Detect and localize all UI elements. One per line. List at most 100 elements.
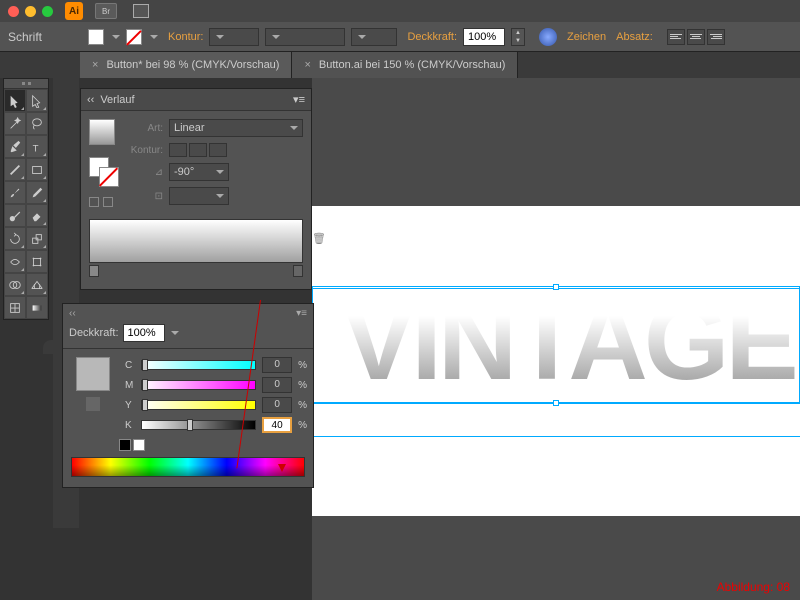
magenta-value[interactable]: 0 xyxy=(262,377,292,393)
stroke-gradient-buttons[interactable] xyxy=(169,143,227,157)
black-slider[interactable] xyxy=(141,420,256,430)
vintage-text-object[interactable]: VINTAGE xyxy=(342,278,795,405)
toolbox: T xyxy=(3,78,49,320)
direct-selection-tool[interactable] xyxy=(26,89,48,112)
schrift-label: Schrift xyxy=(8,30,42,44)
perspective-grid-tool[interactable] xyxy=(26,273,48,296)
yellow-label: Y xyxy=(125,400,135,411)
fill-swatch[interactable] xyxy=(88,29,104,45)
black-swatch[interactable] xyxy=(119,439,131,451)
close-window-button[interactable] xyxy=(8,6,19,17)
panel-menu-icon[interactable]: ▾≡ xyxy=(293,93,305,106)
opacity-dropdown-icon[interactable] xyxy=(171,331,179,335)
opacity-stepper[interactable]: ▲▼ xyxy=(511,28,525,46)
gradient-slider[interactable] xyxy=(89,265,303,281)
fill-stroke-switcher[interactable] xyxy=(89,157,119,187)
document-tabbar: × Button* bei 98 % (CMYK/Vorschau) × But… xyxy=(0,52,800,78)
aspect-dropdown[interactable] xyxy=(169,187,229,205)
yellow-slider[interactable] xyxy=(141,400,256,410)
workspace-switcher-icon[interactable] xyxy=(133,4,149,18)
free-transform-tool[interactable] xyxy=(26,250,48,273)
cyan-label: C xyxy=(125,360,135,371)
line-segment-tool[interactable] xyxy=(4,158,26,181)
panel-menu-icon[interactable]: ▾≡ xyxy=(296,308,307,319)
gradient-type-dropdown[interactable]: Linear xyxy=(169,119,303,137)
minimize-window-button[interactable] xyxy=(25,6,36,17)
figure-caption: Abbildung: 08 xyxy=(717,580,790,594)
type-tool[interactable]: T xyxy=(26,135,48,158)
pen-tool[interactable] xyxy=(4,135,26,158)
gradient-panel-header[interactable]: ‹‹ Verlauf ▾≡ xyxy=(81,89,311,111)
magic-wand-tool[interactable] xyxy=(4,112,26,135)
style-dropdown[interactable] xyxy=(351,28,397,46)
zeichen-link[interactable]: Zeichen xyxy=(567,31,606,43)
stroke-box[interactable] xyxy=(99,167,119,187)
align-right-button[interactable] xyxy=(707,29,725,45)
kontur-link[interactable]: Kontur: xyxy=(168,31,203,43)
stroke-weight-dropdown[interactable] xyxy=(209,28,259,46)
panel-collapse-icon[interactable]: ‹‹ xyxy=(87,94,94,106)
black-value[interactable]: 40 xyxy=(262,417,292,433)
angle-dropdown[interactable]: -90° xyxy=(169,163,229,181)
canvas-area[interactable]: VINTAGE Abbildung: 08 xyxy=(312,78,800,600)
magenta-slider[interactable] xyxy=(141,380,256,390)
cyan-slider[interactable] xyxy=(141,360,256,370)
width-tool[interactable] xyxy=(4,250,26,273)
cyan-value[interactable]: 0 xyxy=(262,357,292,373)
tab-label: Button.ai bei 150 % (CMYK/Vorschau) xyxy=(319,59,505,71)
lasso-tool[interactable] xyxy=(26,112,48,135)
art-label: Art: xyxy=(127,123,163,134)
paintbrush-tool[interactable] xyxy=(4,181,26,204)
pencil-tool[interactable] xyxy=(26,181,48,204)
align-left-button[interactable] xyxy=(667,29,685,45)
eraser-tool[interactable] xyxy=(26,204,48,227)
stop-opacity-input[interactable] xyxy=(123,324,165,342)
brush-dropdown[interactable] xyxy=(265,28,345,46)
gradient-stop-left[interactable] xyxy=(89,265,99,277)
stroke-dropdown[interactable] xyxy=(150,35,158,39)
scale-tool[interactable] xyxy=(26,227,48,250)
shape-builder-tool[interactable] xyxy=(4,273,26,296)
deckkraft-link[interactable]: Deckkraft: xyxy=(407,31,457,43)
panel-title: Verlauf xyxy=(100,94,134,106)
color-panel: ‹‹▾≡ Deckkraft: C 0 % M 0 % Y xyxy=(62,303,314,488)
document-tab-1[interactable]: × Button* bei 98 % (CMYK/Vorschau) xyxy=(80,52,292,78)
recolor-icon[interactable] xyxy=(539,28,557,46)
white-swatch[interactable] xyxy=(133,439,145,451)
annotation-arrowhead xyxy=(278,464,286,472)
color-spectrum[interactable] xyxy=(71,457,305,477)
rectangle-tool[interactable] xyxy=(26,158,48,181)
mesh-tool[interactable] xyxy=(4,296,26,319)
reverse-gradient-icon[interactable] xyxy=(89,197,119,207)
rotate-tool[interactable] xyxy=(4,227,26,250)
fill-dropdown[interactable] xyxy=(112,35,120,39)
selection-tool[interactable] xyxy=(4,89,26,112)
gradient-tool[interactable] xyxy=(26,296,48,319)
yellow-value[interactable]: 0 xyxy=(262,397,292,413)
out-of-gamut-icon[interactable] xyxy=(86,397,100,411)
magenta-label: M xyxy=(125,380,135,391)
zoom-window-button[interactable] xyxy=(42,6,53,17)
current-color-swatch[interactable] xyxy=(76,357,110,391)
blob-brush-tool[interactable] xyxy=(4,204,26,227)
opacity-input[interactable] xyxy=(463,28,505,46)
gradient-stop-right[interactable] xyxy=(293,265,303,277)
absatz-link[interactable]: Absatz: xyxy=(616,31,653,43)
toolbox-grip[interactable] xyxy=(4,79,48,89)
color-panel-icon[interactable] xyxy=(43,340,61,354)
document-tab-2[interactable]: × Button.ai bei 150 % (CMYK/Vorschau) xyxy=(292,52,518,78)
gradient-swatch[interactable] xyxy=(89,119,115,145)
panel-collapse-icon[interactable]: ‹‹ xyxy=(69,308,76,319)
close-tab-icon[interactable]: × xyxy=(304,59,310,71)
illustrator-app-icon: Ai xyxy=(65,2,83,20)
gradient-preview[interactable]: 🗑 xyxy=(89,219,303,263)
angle-icon: ⊿ xyxy=(127,167,163,178)
align-center-button[interactable] xyxy=(687,29,705,45)
stroke-swatch[interactable] xyxy=(126,29,142,45)
close-tab-icon[interactable]: × xyxy=(92,59,98,71)
trash-icon[interactable]: 🗑 xyxy=(312,232,324,244)
svg-text:T: T xyxy=(33,143,39,154)
bridge-button[interactable]: Br xyxy=(95,3,117,19)
guide-line[interactable] xyxy=(312,436,800,437)
control-bar: Schrift Kontur: Deckkraft: ▲▼ Zeichen Ab… xyxy=(0,22,800,52)
